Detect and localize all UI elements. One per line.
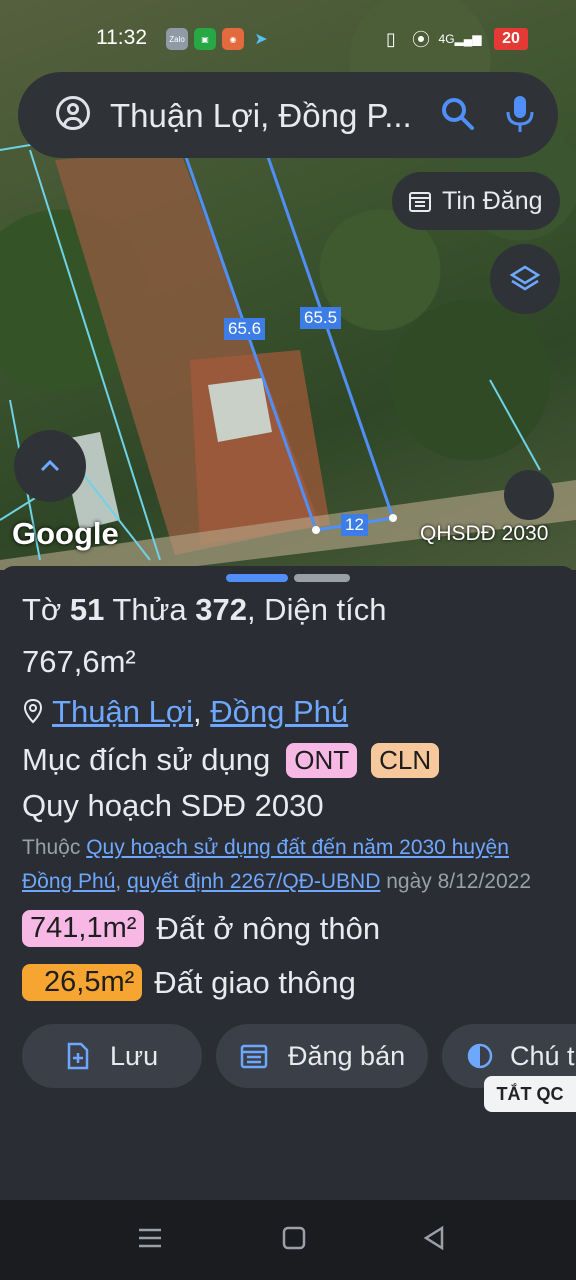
- status-bar: 11:32 Zalo ▣ ◉ ➤ ▯ ⦿ 4G ▂▄▆ 20: [0, 0, 576, 78]
- layers-icon: [509, 265, 541, 291]
- area-value-badge: 741,1m²: [22, 910, 145, 947]
- plan-decision: Đồng Phú, quyết định 2267/QĐ-UBND ngày 8…: [22, 870, 532, 893]
- tin-dang-label: Tin Đăng: [442, 186, 543, 215]
- save-label: Lưu: [110, 1040, 159, 1071]
- battery-icon: 20: [494, 28, 528, 50]
- notification-icon: ➤: [254, 31, 268, 48]
- map-control-button[interactable]: [504, 470, 554, 520]
- land-use-purpose: Mục đích sử dụng ONT CLN: [22, 742, 440, 778]
- area-type-label: Đất ở nông thôn: [156, 910, 381, 946]
- zalo-icon: Zalo: [166, 28, 188, 50]
- system-nav-bar: [0, 1200, 576, 1280]
- plan-district-link[interactable]: Đồng Phú: [22, 870, 115, 893]
- back-icon[interactable]: [420, 1224, 448, 1252]
- tin-dang-button[interactable]: Tin Đăng: [392, 172, 560, 230]
- google-logo: Google: [12, 516, 119, 551]
- plan-title: Quy hoạch SDĐ 2030: [22, 788, 324, 823]
- post-sale-button[interactable]: Đăng bán: [216, 1024, 428, 1088]
- recent-apps-icon[interactable]: [136, 1224, 164, 1252]
- edge-length-label: 12: [341, 514, 368, 536]
- area-breakdown-row: 741,1m² Đất ở nông thôn: [22, 910, 380, 947]
- signal-icon: 4G ▂▄▆: [438, 32, 482, 46]
- district-link[interactable]: Đồng Phú: [210, 694, 348, 729]
- layers-button[interactable]: [490, 244, 560, 314]
- edge-length-label: 65.5: [300, 307, 342, 329]
- parcel-location: Thuận Lợi, Đồng Phú: [22, 694, 348, 730]
- add-file-icon: [67, 1042, 89, 1070]
- chevron-up-icon: [40, 459, 60, 472]
- account-icon[interactable]: [56, 96, 90, 130]
- app-icon: ▣: [194, 28, 216, 50]
- parcel-number: 372: [195, 592, 247, 627]
- calendar-icon: [240, 1044, 268, 1069]
- note-label: Chú t: [510, 1040, 575, 1071]
- status-time: 11:32: [96, 26, 147, 49]
- decision-link[interactable]: quyết định 2267/QĐ-UBND: [127, 870, 380, 893]
- area-value-badge: 26,5m²: [22, 964, 143, 1001]
- commune-link[interactable]: Thuận Lợi: [52, 694, 193, 729]
- parcel-area: 767,6m²: [22, 644, 136, 679]
- contrast-icon: [467, 1043, 493, 1069]
- location-icon: ⦿: [412, 30, 430, 50]
- sheet-number: 51: [69, 592, 105, 627]
- page-indicator[interactable]: [294, 574, 350, 582]
- purpose-tag-ont: ONT: [286, 742, 358, 778]
- home-icon[interactable]: [280, 1224, 308, 1252]
- calendar-icon: [409, 192, 431, 212]
- map-layer-label: QHSDĐ 2030: [420, 522, 549, 545]
- vibrate-icon: ▯: [386, 28, 396, 49]
- search-input[interactable]: [108, 90, 442, 142]
- close-ads-button[interactable]: TẮT QC: [484, 1076, 576, 1112]
- page-indicator-active[interactable]: [226, 574, 288, 582]
- plan-source-link[interactable]: Quy hoạch sử dụng đất đến năm 2030 huyện: [86, 836, 509, 859]
- expand-button[interactable]: [14, 430, 86, 502]
- post-sale-label: Đăng bán: [288, 1040, 406, 1071]
- edge-length-label: 65.6: [224, 318, 266, 340]
- search-icon[interactable]: [438, 94, 478, 134]
- plan-source: Thuộc Quy hoạch sử dụng đất đến năm 2030…: [22, 836, 509, 859]
- parcel-title: Tờ 51 Thửa 372, Diện tích: [22, 592, 387, 627]
- location-pin-icon: [23, 698, 43, 724]
- microphone-icon[interactable]: [502, 92, 538, 136]
- search-bar[interactable]: [18, 72, 558, 158]
- save-button[interactable]: Lưu: [22, 1024, 202, 1088]
- game-icon: ◉: [222, 28, 244, 50]
- purpose-tag-cln: CLN: [371, 742, 440, 778]
- area-breakdown-row: 26,5m² Đất giao thông: [22, 964, 356, 1001]
- area-type-label: Đất giao thông: [154, 964, 356, 1000]
